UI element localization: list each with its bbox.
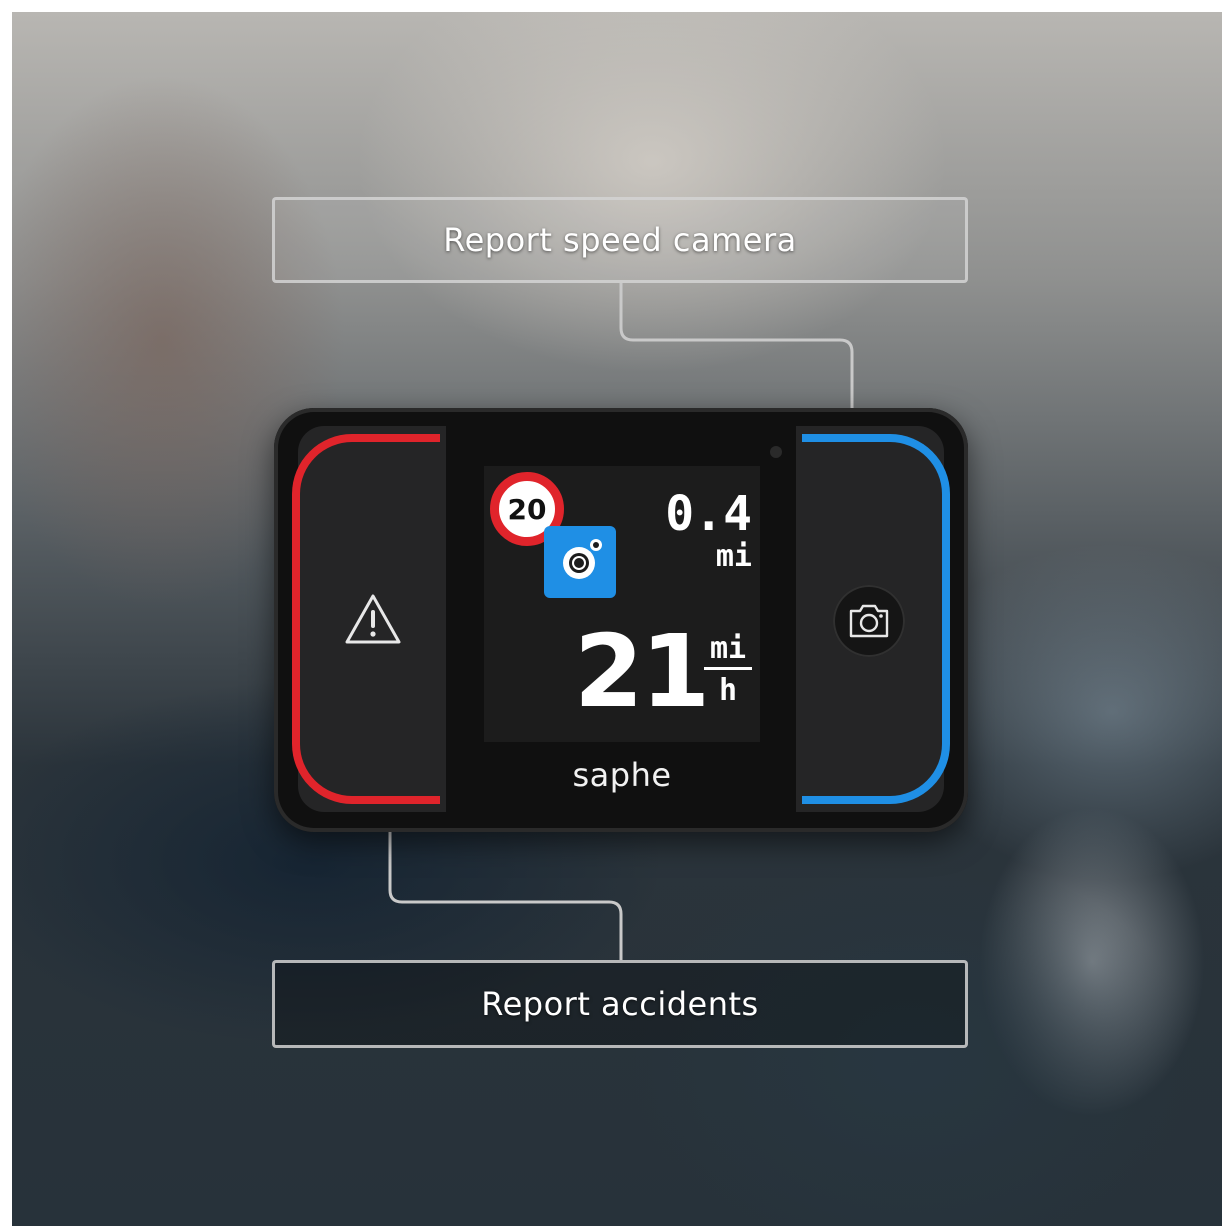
brand-logo: saphe [572,756,672,794]
device-screen: 20 0.4 mi 21 mi h [484,466,760,742]
callout-label: Report speed camera [443,221,797,259]
speed-limit-value: 20 [507,492,547,526]
speed-unit-divider [704,667,752,670]
callout-report-speed-camera: Report speed camera [272,197,968,283]
callout-label: Report accidents [481,985,759,1023]
speed-unit-denominator: h [718,673,738,708]
distance-readout: 0.4 mi [665,490,752,572]
distance-value: 0.4 [665,486,752,542]
background-photo: Report speed camera 20 0.4 mi 21 mi h sa… [12,12,1222,1226]
callout-report-accidents: Report accidents [272,960,968,1048]
distance-unit: mi [715,539,752,574]
current-speed: 21 [574,613,710,730]
speed-unit: mi h [704,632,752,707]
saphe-device: 20 0.4 mi 21 mi h saphe [274,408,968,832]
camera-icon [849,604,889,638]
speed-camera-alert-badge [544,526,616,598]
camera-button[interactable] [833,585,905,657]
warning-triangle-icon [345,594,401,644]
speed-unit-numerator: mi [709,631,747,666]
speed-camera-icon [563,539,602,579]
light-sensor [770,446,782,458]
